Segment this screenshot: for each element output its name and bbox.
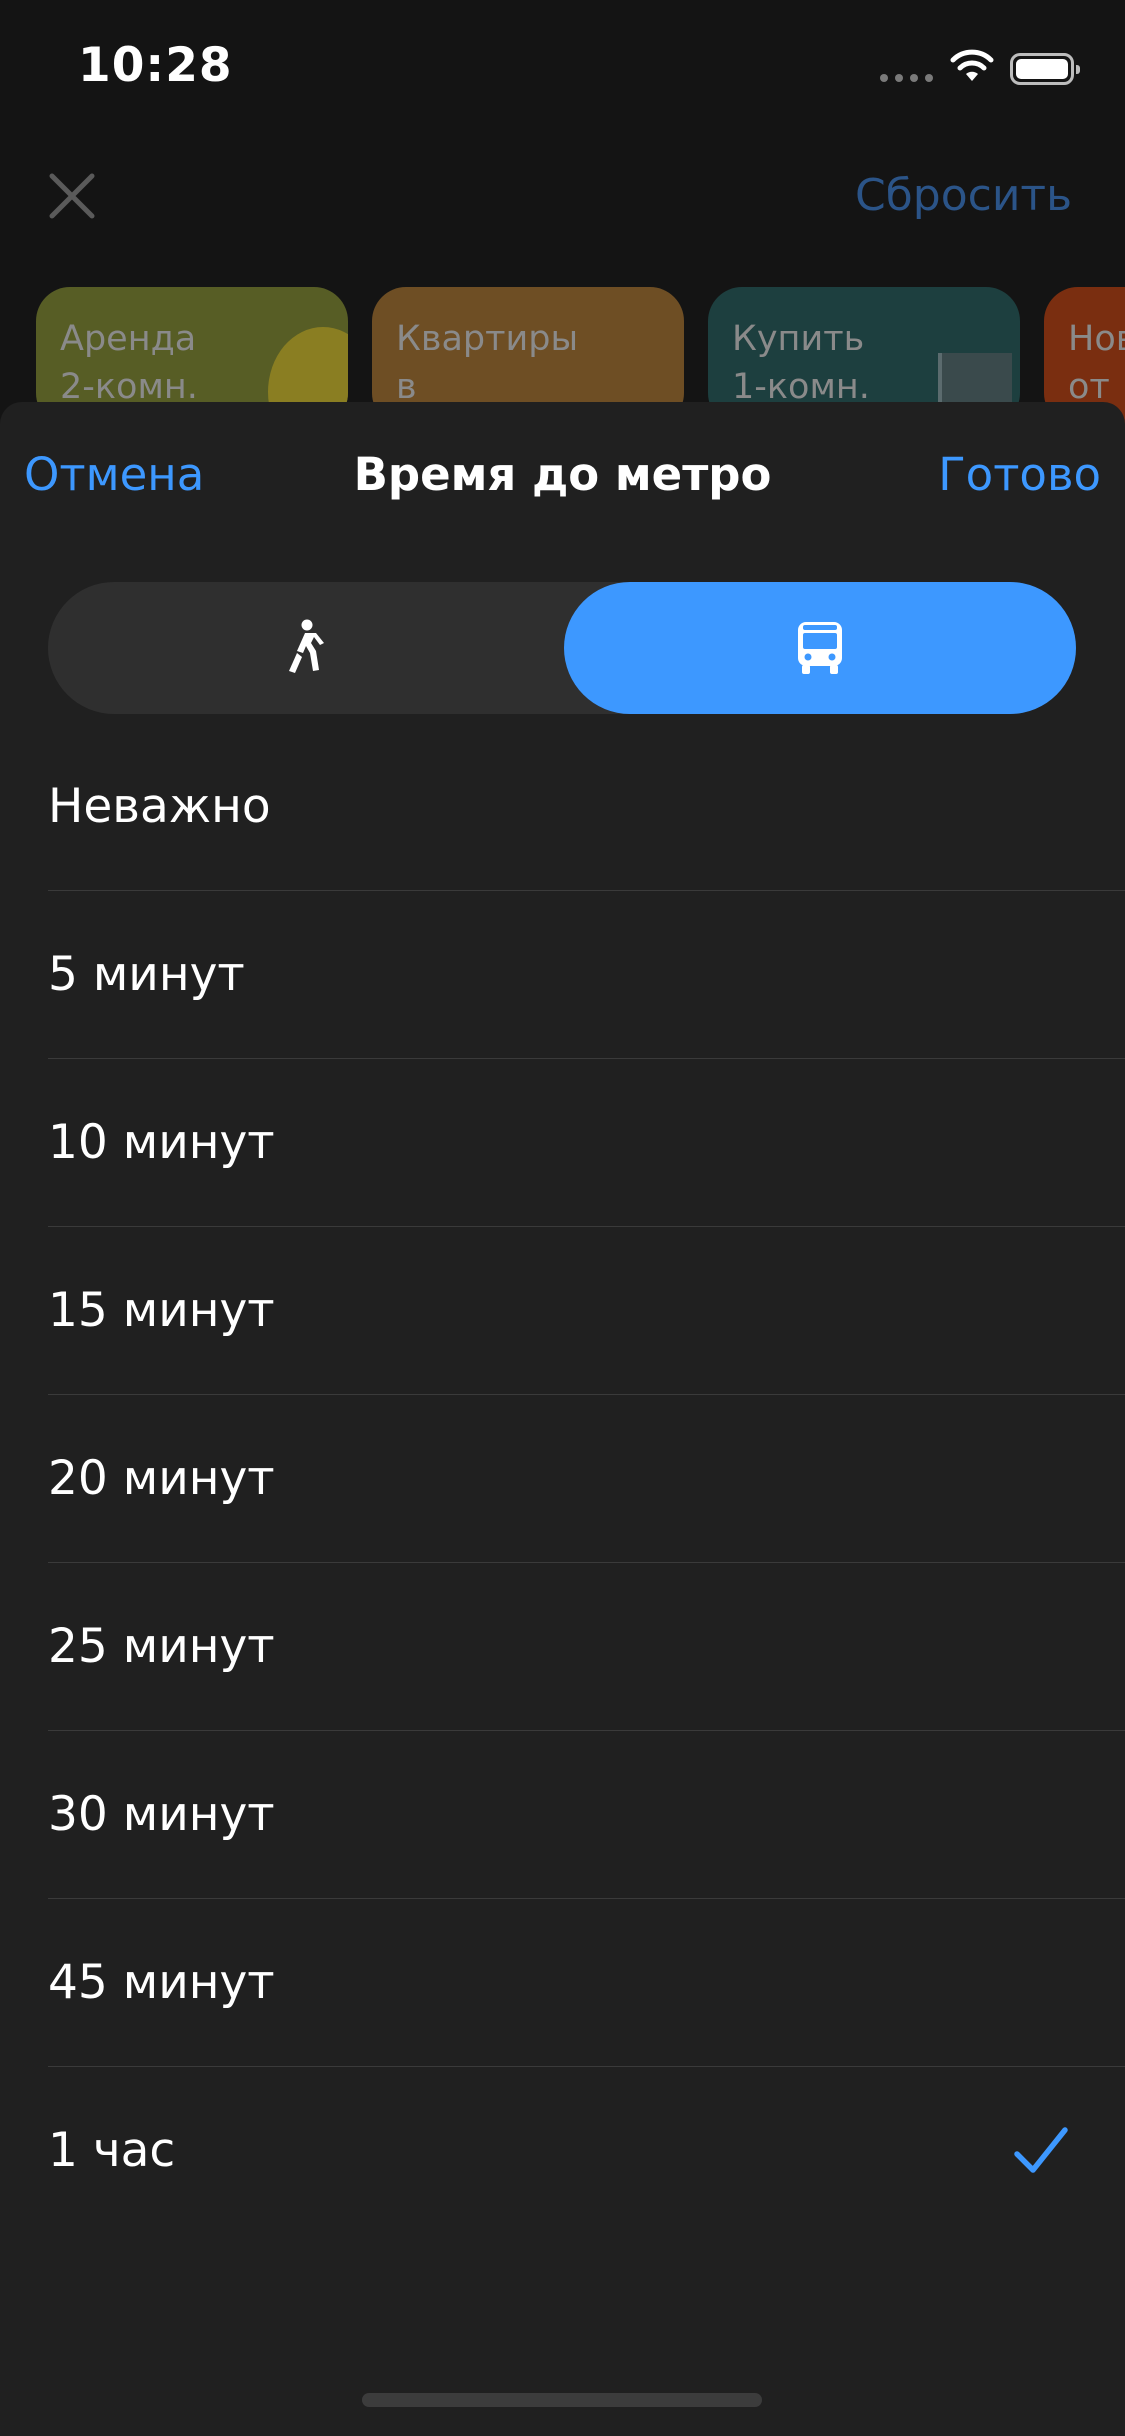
option-any[interactable]: Неважно	[0, 723, 1125, 891]
status-bar: 10:28	[0, 0, 1125, 135]
home-indicator	[362, 2393, 762, 2407]
card-title-line: Квартиры	[396, 319, 579, 359]
option-label: 45 минут	[48, 1955, 275, 2010]
close-icon[interactable]	[44, 168, 100, 224]
option-label: 25 минут	[48, 1619, 275, 1674]
metro-time-options: Неважно 5 минут 10 минут 15 минут 20 мин…	[0, 723, 1125, 2235]
option-1-hour[interactable]: 1 час	[0, 2067, 1125, 2235]
reset-button[interactable]: Сбросить	[855, 170, 1072, 221]
option-label: 20 минут	[48, 1451, 275, 1506]
walking-person-icon	[289, 619, 324, 673]
card-title-line: Нов	[1068, 319, 1125, 359]
option-45-min[interactable]: 45 минут	[0, 1899, 1125, 2067]
wifi-icon	[950, 49, 994, 81]
done-button[interactable]: Готово	[938, 448, 1101, 501]
option-15-min[interactable]: 15 минут	[0, 1227, 1125, 1395]
sheet-header: Отмена Время до метро Готово	[0, 402, 1125, 547]
status-time: 10:28	[78, 38, 233, 93]
battery-icon	[1010, 53, 1080, 85]
option-label: Неважно	[48, 779, 271, 834]
metro-time-sheet: Отмена Время до метро Готово Неважно 5 м…	[0, 402, 1125, 2436]
option-label: 5 минут	[48, 947, 245, 1002]
transport-mode-segmented-control	[48, 582, 1076, 714]
cellular-signal-icon	[880, 74, 933, 82]
option-30-min[interactable]: 30 минут	[0, 1731, 1125, 1899]
option-label: 15 минут	[48, 1283, 275, 1338]
option-25-min[interactable]: 25 минут	[0, 1563, 1125, 1731]
option-label: 1 час	[48, 2123, 176, 2178]
screen: 10:28 Сбросить Аренда 2-комн. Квартиры в…	[0, 0, 1125, 2436]
checkmark-icon	[1014, 2127, 1068, 2173]
option-20-min[interactable]: 20 минут	[0, 1395, 1125, 1563]
segment-transport[interactable]	[564, 582, 1076, 714]
segment-walking[interactable]	[48, 582, 562, 714]
option-5-min[interactable]: 5 минут	[0, 891, 1125, 1059]
option-10-min[interactable]: 10 минут	[0, 1059, 1125, 1227]
bus-icon	[798, 622, 842, 674]
option-label: 10 минут	[48, 1115, 275, 1170]
option-label: 30 минут	[48, 1787, 275, 1842]
